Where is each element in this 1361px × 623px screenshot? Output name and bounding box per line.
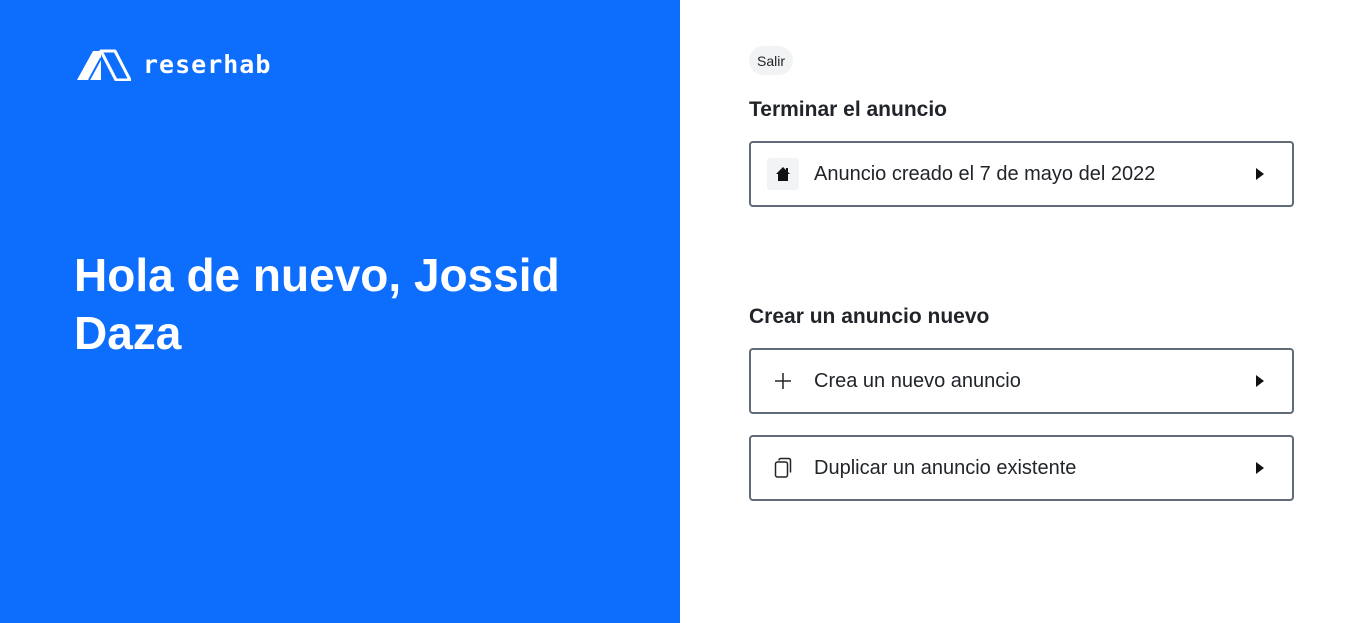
duplicate-listing-card[interactable]: Duplicar un anuncio existente: [749, 435, 1294, 501]
house-icon: [767, 158, 799, 190]
reserhab-logo-icon: [77, 49, 131, 81]
create-new-listing-card[interactable]: Crea un nuevo anuncio: [749, 348, 1294, 414]
continue-listing-card[interactable]: Anuncio creado el 7 de mayo del 2022: [749, 141, 1294, 207]
continue-listing-label: Anuncio creado el 7 de mayo del 2022: [814, 162, 1156, 185]
copy-icon: [767, 452, 799, 484]
caret-right-icon: [1256, 375, 1264, 387]
brand-name: reserhab: [143, 50, 272, 79]
page: reserhab Hola de nuevo, Jossid Daza: [0, 0, 1361, 623]
exit-button[interactable]: Salir: [749, 46, 794, 75]
caret-right-icon: [1256, 462, 1264, 474]
caret-right-icon: [1256, 168, 1264, 180]
finish-listing-title: Terminar el anuncio: [749, 98, 947, 121]
plus-icon: [767, 365, 799, 397]
greeting-heading: Hola de nuevo, Jossid Daza: [74, 249, 560, 359]
welcome-panel: reserhab Hola de nuevo, Jossid Daza: [0, 0, 680, 623]
duplicate-listing-label: Duplicar un anuncio existente: [814, 456, 1077, 479]
brand[interactable]: reserhab: [75, 48, 271, 81]
create-new-listing-label: Crea un nuevo anuncio: [814, 369, 1021, 392]
create-listing-title: Crear un anuncio nuevo: [749, 305, 990, 328]
